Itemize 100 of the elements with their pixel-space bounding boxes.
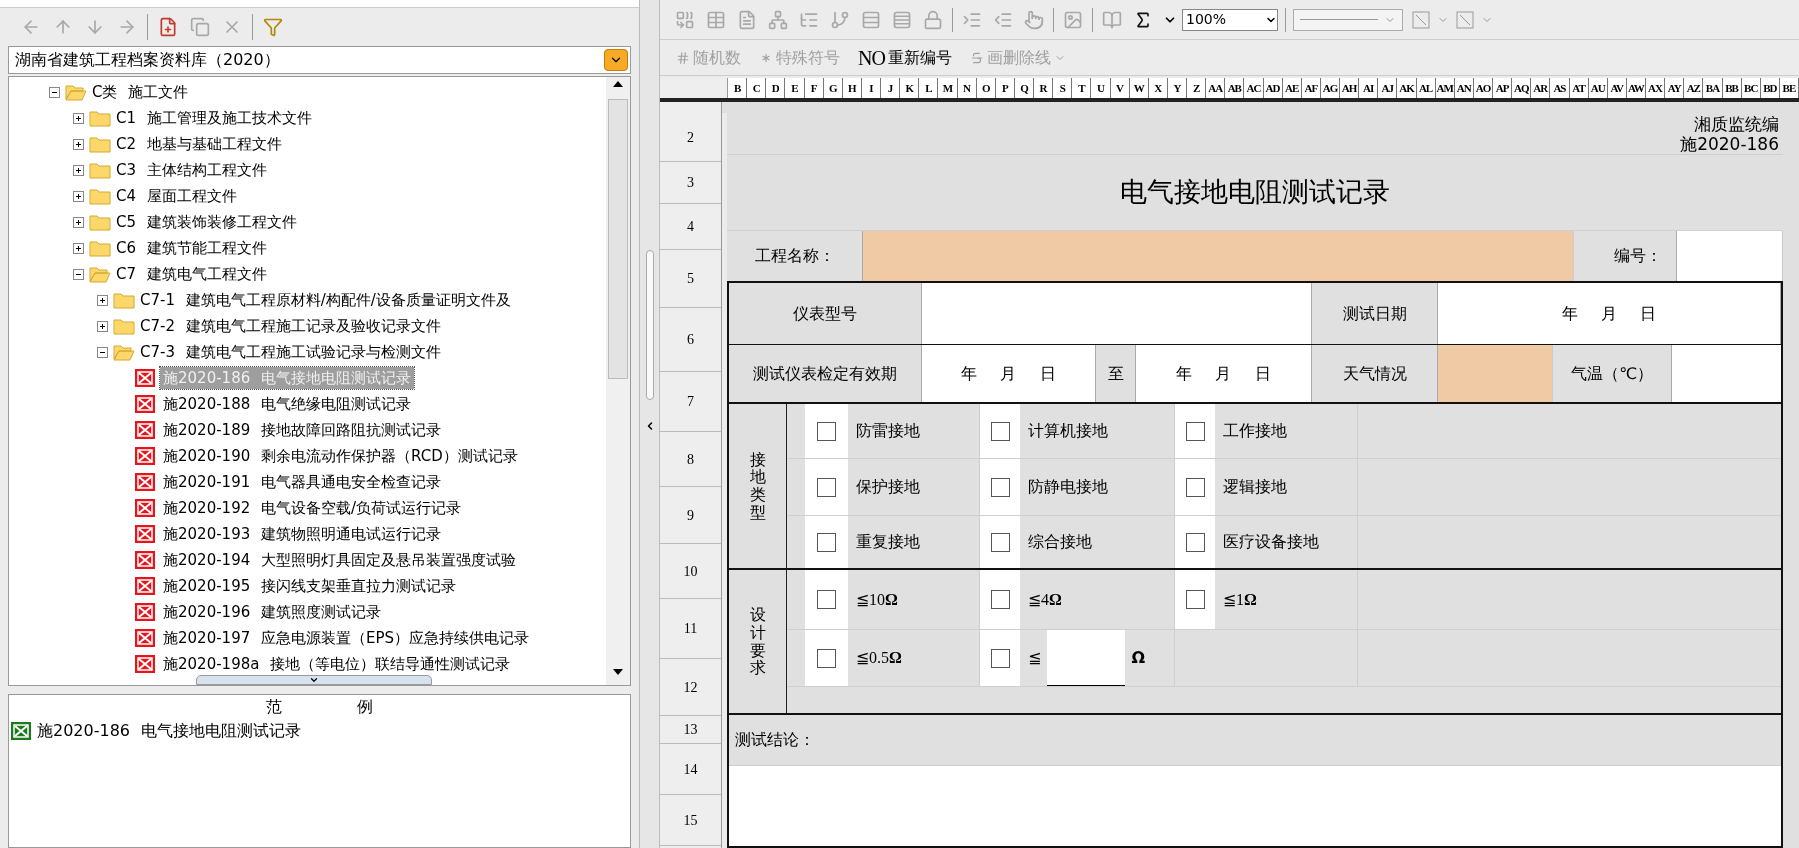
column-header[interactable]: AM (1435, 78, 1455, 98)
column-header[interactable]: AB (1225, 78, 1245, 98)
column-header[interactable]: C (747, 78, 767, 98)
collapse-icon[interactable] (49, 86, 60, 98)
column-header[interactable]: U (1091, 78, 1111, 98)
column-header[interactable]: AU (1588, 78, 1608, 98)
row-number[interactable]: 11 (683, 618, 698, 639)
column-header[interactable]: M (938, 78, 958, 98)
column-header[interactable]: AX (1646, 78, 1666, 98)
tree-item[interactable]: C6 建筑节能工程文件 (116, 236, 267, 260)
conclusion-field[interactable] (729, 766, 1781, 846)
tree-item[interactable]: C7-2 建筑电气工程施工记录及验收记录文件 (140, 314, 441, 338)
column-header[interactable]: AJ (1378, 78, 1398, 98)
column-header[interactable]: AT (1569, 78, 1589, 98)
column-header[interactable]: AP (1493, 78, 1513, 98)
checkbox[interactable] (817, 477, 836, 497)
column-header[interactable]: AG (1320, 78, 1340, 98)
column-header[interactable]: BA (1703, 78, 1723, 98)
column-header[interactable]: X (1148, 78, 1168, 98)
dropdown-button[interactable] (604, 49, 628, 71)
column-header[interactable]: AH (1340, 78, 1360, 98)
line-style-dropdown[interactable] (1293, 8, 1403, 31)
scroll-thumb[interactable] (608, 99, 628, 379)
column-header[interactable]: H (842, 78, 862, 98)
checkbox[interactable] (1185, 477, 1205, 497)
column-header[interactable]: K (900, 78, 920, 98)
column-header[interactable]: AQ (1512, 78, 1532, 98)
zoom-dropdown[interactable]: 100% (1182, 8, 1278, 31)
row-number[interactable]: 6 (687, 329, 694, 350)
collapse-icon[interactable] (97, 346, 108, 358)
number-field[interactable] (1677, 231, 1783, 281)
column-header[interactable]: Q (1014, 78, 1034, 98)
column-header[interactable]: BD (1760, 78, 1780, 98)
tree-item[interactable]: 施2020-193 建筑物照明通电试运行记录 (160, 522, 444, 546)
tree-item[interactable]: 施2020-195 接闪线支架垂直拉力测试记录 (160, 574, 459, 598)
tree-item[interactable]: C3 主体结构工程文件 (116, 158, 267, 182)
tree-item[interactable]: C5 建筑装饰装修工程文件 (116, 210, 297, 234)
scroll-thumb[interactable] (645, 250, 654, 400)
instrument-model-field[interactable] (922, 283, 1312, 344)
column-header[interactable]: L (919, 78, 939, 98)
tree-item[interactable]: C7 建筑电气工程文件 (116, 262, 267, 286)
column-header[interactable]: AR (1531, 78, 1551, 98)
column-header[interactable]: BC (1741, 78, 1761, 98)
border-icon[interactable] (1456, 10, 1474, 29)
tree-item[interactable]: 施2020-190 剩余电流动作保护器（RCD）测试记录 (160, 444, 521, 468)
tree-item[interactable]: 施2020-194 大型照明灯具固定及悬吊装置强度试验 (160, 548, 519, 572)
tree-item[interactable]: C2 地基与基础工程文件 (116, 132, 282, 156)
column-header[interactable]: V (1110, 78, 1130, 98)
column-header[interactable]: AZ (1684, 78, 1704, 98)
column-header[interactable]: AC (1244, 78, 1264, 98)
row-number[interactable]: 15 (683, 809, 698, 831)
row-number[interactable]: 13 (683, 719, 698, 740)
scroll-up-icon[interactable] (613, 81, 623, 87)
toolbar-button[interactable]: NO重新编号 (858, 42, 952, 73)
row-number[interactable]: 7 (687, 391, 694, 412)
column-header[interactable]: AL (1416, 78, 1436, 98)
column-header[interactable]: R (1034, 78, 1054, 98)
checkbox[interactable] (817, 421, 836, 441)
row-number[interactable]: 10 (683, 560, 698, 582)
column-header[interactable]: E (785, 78, 805, 98)
column-header[interactable]: AO (1473, 78, 1493, 98)
column-header[interactable]: AF (1301, 78, 1321, 98)
collapse-icon[interactable] (73, 268, 84, 280)
row-number[interactable]: 8 (687, 448, 694, 470)
column-header[interactable]: G (823, 78, 843, 98)
expand-icon[interactable] (97, 294, 108, 306)
column-header[interactable]: S (1053, 78, 1073, 98)
checkbox[interactable] (817, 532, 836, 552)
column-header[interactable]: F (804, 78, 824, 98)
column-header[interactable]: O (976, 78, 996, 98)
column-header[interactable]: N (957, 78, 977, 98)
column-header[interactable]: D (766, 78, 786, 98)
input-field[interactable] (1047, 630, 1126, 686)
column-header[interactable]: T (1072, 78, 1092, 98)
column-header[interactable]: P (995, 78, 1015, 98)
column-header[interactable]: AV (1607, 78, 1627, 98)
splitter-handle[interactable] (196, 675, 432, 685)
checkbox[interactable] (1185, 532, 1205, 552)
expand-icon[interactable] (73, 138, 84, 150)
tree-item[interactable]: 施2020-191 电气器具通电安全检查记录 (160, 470, 444, 494)
column-header[interactable]: AA (1206, 78, 1226, 98)
expand-icon[interactable] (97, 320, 108, 332)
weather-field[interactable] (1438, 345, 1553, 402)
checkbox[interactable] (817, 590, 836, 609)
expand-icon[interactable] (73, 112, 84, 124)
column-header[interactable]: Y (1167, 78, 1187, 98)
row-number[interactable]: 14 (683, 758, 698, 780)
checkbox[interactable] (990, 648, 1010, 668)
border-icon[interactable] (1412, 10, 1430, 29)
tree-item[interactable]: 施2020-188 电气绝缘电阻测试记录 (160, 392, 414, 416)
expand-icon[interactable] (73, 216, 84, 228)
scrollbar[interactable] (606, 77, 630, 685)
column-header[interactable]: I (861, 78, 881, 98)
tree-item[interactable]: C类 施工文件 (92, 80, 189, 104)
column-header[interactable]: AY (1665, 78, 1685, 98)
library-dropdown[interactable]: 湖南省建筑工程档案资料库（2020） (8, 46, 631, 74)
tree-item[interactable]: 施2020-197 应急电源装置（EPS）应急持续供电记录 (160, 626, 533, 650)
checkbox[interactable] (990, 532, 1010, 552)
tree-item[interactable]: C4 屋面工程文件 (116, 184, 237, 208)
tree-item[interactable]: 施2020-192 电气设备空载/负荷试运行记录 (160, 496, 465, 520)
